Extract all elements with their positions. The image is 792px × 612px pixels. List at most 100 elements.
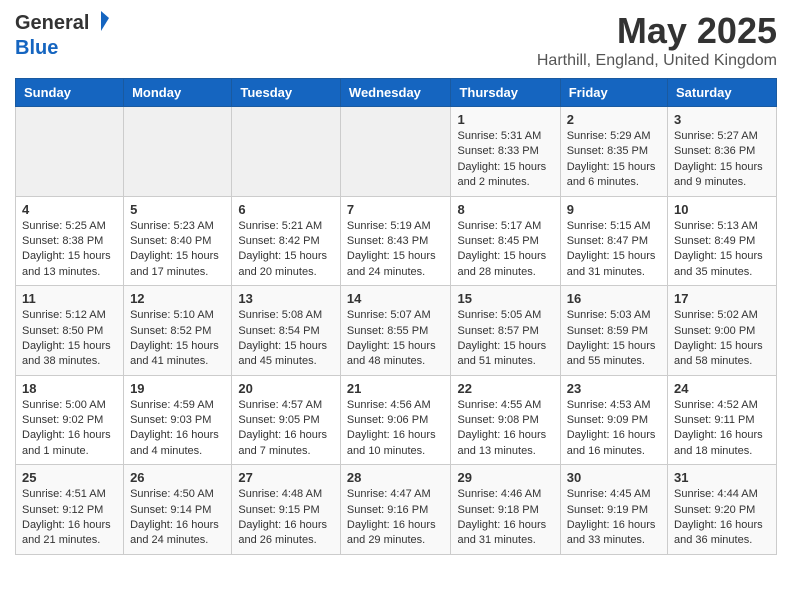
day-number: 6 [238,202,334,217]
cell-line: Sunset: 8:33 PM [457,144,553,159]
cell-line: and 9 minutes. [674,175,770,190]
cell-line: Sunset: 8:40 PM [130,234,225,249]
cell-line: Sunset: 9:08 PM [457,413,553,428]
day-header-thursday: Thursday [451,79,560,107]
cell-line: Sunrise: 5:10 AM [130,308,225,323]
calendar-cell [16,107,124,197]
cell-content: Sunrise: 5:23 AMSunset: 8:40 PMDaylight:… [130,219,225,281]
cell-line: Sunrise: 4:51 AM [22,487,117,502]
cell-line: and 2 minutes. [457,175,553,190]
cell-line: Sunset: 8:35 PM [567,144,661,159]
logo-general: General [15,12,89,35]
cell-line: Sunset: 8:38 PM [22,234,117,249]
calendar-cell: 18Sunrise: 5:00 AMSunset: 9:02 PMDayligh… [16,375,124,465]
cell-line: Sunset: 9:00 PM [674,324,770,339]
calendar-week-1: 1 Sunrise: 5:31 AMSunset: 8:33 PMDaylight… [16,107,777,197]
day-number: 23 [567,381,661,396]
cell-line: Sunrise: 5:31 AM [457,129,553,144]
cell-line: and 26 minutes. [238,533,334,548]
cell-line: Daylight: 15 hours [674,249,770,264]
cell-line: Sunset: 8:52 PM [130,324,225,339]
cell-line: Sunrise: 4:56 AM [347,398,445,413]
cell-line: Sunset: 9:03 PM [130,413,225,428]
cell-line: Sunrise: 4:48 AM [238,487,334,502]
day-header-sunday: Sunday [16,79,124,107]
cell-line: Daylight: 15 hours [238,339,334,354]
calendar-cell: 8 Sunrise: 5:17 AMSunset: 8:45 PMDaylight… [451,196,560,286]
cell-line: and 6 minutes. [567,175,661,190]
cell-line: Sunset: 8:55 PM [347,324,445,339]
cell-line: Sunrise: 5:08 AM [238,308,334,323]
cell-line: Sunset: 8:54 PM [238,324,334,339]
cell-line: and 10 minutes. [347,444,445,459]
cell-content: Sunrise: 5:08 AMSunset: 8:54 PMDaylight:… [238,308,334,370]
cell-line: Sunset: 8:42 PM [238,234,334,249]
day-number: 26 [130,470,225,485]
cell-line: Sunset: 9:05 PM [238,413,334,428]
cell-line: Daylight: 16 hours [457,428,553,443]
cell-line: Daylight: 16 hours [22,518,117,533]
cell-content: Sunrise: 5:03 AMSunset: 8:59 PMDaylight:… [567,308,661,370]
calendar-cell: 23Sunrise: 4:53 AMSunset: 9:09 PMDayligh… [560,375,667,465]
cell-line: and 18 minutes. [674,444,770,459]
day-number: 14 [347,291,445,306]
cell-line: Daylight: 16 hours [457,518,553,533]
day-number: 9 [567,202,661,217]
day-header-wednesday: Wednesday [340,79,451,107]
cell-line: Daylight: 15 hours [130,339,225,354]
cell-line: Sunrise: 4:55 AM [457,398,553,413]
cell-line: Daylight: 15 hours [130,249,225,264]
calendar-cell: 5Sunrise: 5:23 AMSunset: 8:40 PMDaylight… [124,196,232,286]
cell-line: Sunrise: 5:25 AM [22,219,117,234]
cell-line: Sunrise: 4:52 AM [674,398,770,413]
calendar-cell: 19Sunrise: 4:59 AMSunset: 9:03 PMDayligh… [124,375,232,465]
day-number: 11 [22,291,117,306]
calendar-cell: 10Sunrise: 5:13 AMSunset: 8:49 PMDayligh… [668,196,777,286]
day-number: 4 [22,202,117,217]
calendar-header-row: SundayMondayTuesdayWednesdayThursdayFrid… [16,79,777,107]
cell-line: Sunset: 8:36 PM [674,144,770,159]
cell-line: Sunrise: 4:45 AM [567,487,661,502]
cell-line: and 16 minutes. [567,444,661,459]
calendar-cell: 31Sunrise: 4:44 AMSunset: 9:20 PMDayligh… [668,465,777,555]
day-number: 15 [457,291,553,306]
calendar-cell: 7Sunrise: 5:19 AMSunset: 8:43 PMDaylight… [340,196,451,286]
cell-line: Sunset: 8:47 PM [567,234,661,249]
day-number: 24 [674,381,770,396]
day-number: 18 [22,381,117,396]
cell-line: Sunrise: 4:59 AM [130,398,225,413]
calendar-cell: 1 Sunrise: 5:31 AMSunset: 8:33 PMDaylight… [451,107,560,197]
calendar-cell: 20Sunrise: 4:57 AMSunset: 9:05 PMDayligh… [232,375,341,465]
cell-line: and 29 minutes. [347,533,445,548]
cell-line: Daylight: 15 hours [457,160,553,175]
calendar-cell: 6 Sunrise: 5:21 AMSunset: 8:42 PMDaylight… [232,196,341,286]
calendar-cell: 13Sunrise: 5:08 AMSunset: 8:54 PMDayligh… [232,286,341,376]
cell-line: Daylight: 16 hours [674,518,770,533]
cell-line: Sunset: 9:06 PM [347,413,445,428]
cell-line: Sunset: 8:43 PM [347,234,445,249]
calendar-cell: 15Sunrise: 5:05 AMSunset: 8:57 PMDayligh… [451,286,560,376]
calendar-cell: 25Sunrise: 4:51 AMSunset: 9:12 PMDayligh… [16,465,124,555]
day-number: 1 [457,112,553,127]
calendar-cell: 2Sunrise: 5:29 AMSunset: 8:35 PMDaylight… [560,107,667,197]
cell-line: and 13 minutes. [457,444,553,459]
calendar-cell: 14Sunrise: 5:07 AMSunset: 8:55 PMDayligh… [340,286,451,376]
day-number: 21 [347,381,445,396]
cell-line: Sunset: 8:59 PM [567,324,661,339]
cell-line: Sunrise: 4:46 AM [457,487,553,502]
cell-content: Sunrise: 5:15 AMSunset: 8:47 PMDaylight:… [567,219,661,281]
cell-line: Sunrise: 5:21 AM [238,219,334,234]
cell-content: Sunrise: 5:17 AMSunset: 8:45 PMDaylight:… [457,219,553,281]
cell-line: Daylight: 15 hours [238,249,334,264]
cell-content: Sunrise: 5:29 AMSunset: 8:35 PMDaylight:… [567,129,661,191]
cell-line: Sunrise: 4:44 AM [674,487,770,502]
cell-line: Sunrise: 4:47 AM [347,487,445,502]
cell-line: and 4 minutes. [130,444,225,459]
cell-line: Sunrise: 5:05 AM [457,308,553,323]
calendar-cell: 28Sunrise: 4:47 AMSunset: 9:16 PMDayligh… [340,465,451,555]
cell-content: Sunrise: 5:31 AMSunset: 8:33 PMDaylight:… [457,129,553,191]
cell-line: and 58 minutes. [674,354,770,369]
cell-line: and 45 minutes. [238,354,334,369]
cell-line: Sunrise: 5:12 AM [22,308,117,323]
day-number: 8 [457,202,553,217]
